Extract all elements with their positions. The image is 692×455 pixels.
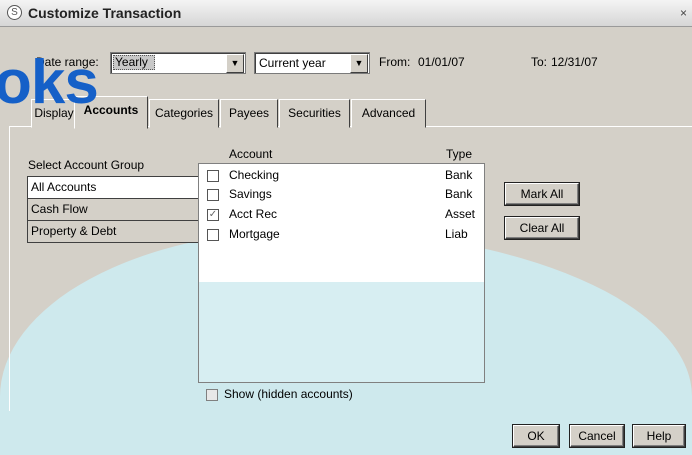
checkbox-checked[interactable]: ✓ [207,209,219,221]
list-item[interactable]: Checking Bank [207,167,475,185]
account-type: Liab [445,227,468,241]
help-button[interactable]: Help [633,425,685,447]
checkbox[interactable] [207,170,219,182]
group-item-cash-flow[interactable]: Cash Flow [27,199,199,221]
checkbox[interactable] [207,189,219,201]
close-icon[interactable]: × [680,6,692,20]
chevron-down-icon[interactable]: ▼ [226,54,244,73]
select-account-group-label: Select Account Group [28,158,145,172]
mark-all-button[interactable]: Mark All [505,183,579,205]
tab-advanced[interactable]: Advanced [351,99,426,128]
account-name: Mortgage [229,227,280,241]
dialog-title: Customize Transaction [28,5,182,21]
customize-transaction-dialog: S Customize Transaction × Date range: Ye… [0,0,692,455]
tab-securities[interactable]: Securities [279,99,350,128]
account-name: Acct Rec [229,207,278,221]
from-date: 01/01/07 [418,55,465,69]
tab-categories[interactable]: Categories [149,99,219,128]
checkbox[interactable] [207,229,219,241]
show-hidden-label: Show (hidden accounts) [224,387,353,401]
group-item-property-debt[interactable]: Property & Debt [27,221,199,243]
date-range-value: Yearly [113,55,155,70]
account-type: Bank [445,168,473,182]
watermark-text: oks [0,48,99,117]
list-item[interactable]: Savings Bank [207,186,475,204]
app-logo-icon: S [7,5,22,20]
account-type: Asset [445,207,476,221]
tab-payees[interactable]: Payees [220,99,278,128]
clear-all-button[interactable]: Clear All [505,217,579,239]
list-item[interactable]: ✓ Acct Rec Asset [207,206,475,224]
account-column-header: Account [229,147,273,161]
title-bar: S Customize Transaction × [0,0,692,27]
list-wave-fill [199,282,484,382]
account-name: Savings [229,187,272,201]
date-range-select[interactable]: Yearly ▼ [110,52,246,74]
account-group-list: All Accounts Cash Flow Property & Debt [27,176,199,243]
account-name: Checking [229,168,280,182]
group-item-all-accounts[interactable]: All Accounts [27,176,199,199]
to-label: To: [531,55,548,69]
ok-button[interactable]: OK [513,425,559,447]
type-column-header: Type [446,147,473,161]
list-item[interactable]: Mortgage Liab [207,226,475,244]
period-select[interactable]: Current year ▼ [254,52,370,74]
chevron-down-icon[interactable]: ▼ [350,54,368,73]
account-type: Bank [445,187,473,201]
cancel-button[interactable]: Cancel [570,425,624,447]
to-date: 12/31/07 [551,55,598,69]
show-hidden-checkbox[interactable] [206,389,218,401]
from-label: From: [379,55,411,69]
period-value: Current year [259,56,326,70]
account-list: Checking Bank Savings Bank ✓ Acct Rec As… [198,163,485,383]
